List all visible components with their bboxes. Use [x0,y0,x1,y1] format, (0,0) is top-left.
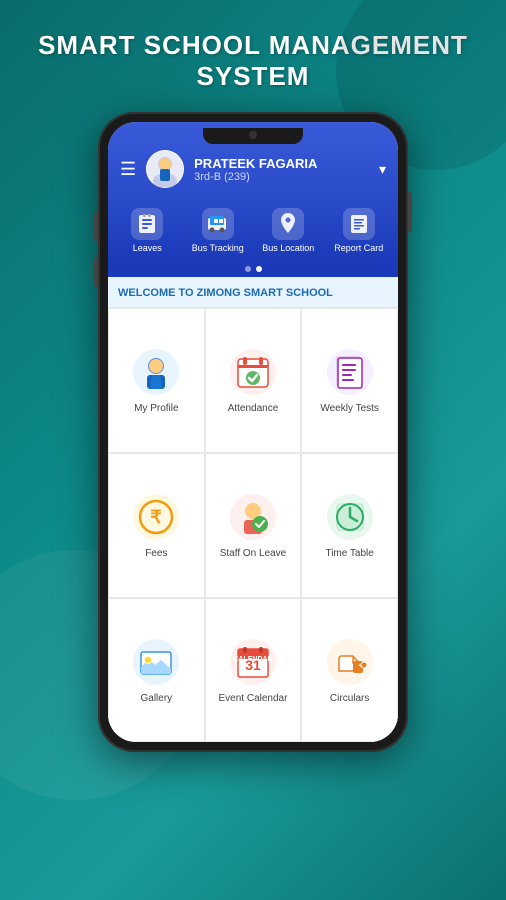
welcome-text: WELCOME TO ZIMONG SMART SCHOOL [118,287,333,299]
nav-bus-location[interactable]: Bus Location [258,208,318,253]
dot-1 [245,266,251,272]
nav-leaves[interactable]: Leaves [117,208,177,253]
user-info: PRATEEK FAGARIA 3rd-B (239) [194,156,369,183]
bus-location-icon [272,208,304,240]
phone-screen: ☰ PRATEEK FAGARIA 3rd-B (239) ▾ [108,122,398,742]
user-name: PRATEEK FAGARIA [194,156,369,171]
weekly-tests-icon [325,347,375,397]
menu-item-fees[interactable]: ₹ Fees [108,453,205,598]
my-profile-label: My Profile [134,403,178,414]
menu-item-weekly-tests[interactable]: Weekly Tests [301,308,398,453]
menu-item-my-profile[interactable]: My Profile [108,308,205,453]
report-card-label: Report Card [334,243,383,253]
carousel-dots [108,261,398,277]
menu-grid: My Profile Attendance Weekly Tests ₹ Fee… [108,308,398,742]
menu-item-circulars[interactable]: Circulars [301,598,398,743]
staff-on-leave-label: Staff On Leave [220,548,287,559]
bus-tracking-icon [202,208,234,240]
leaves-icon [131,208,163,240]
attendance-icon [228,347,278,397]
gallery-icon [131,637,181,687]
attendance-label: Attendance [228,403,279,414]
circulars-label: Circulars [330,693,369,704]
bus-location-label: Bus Location [262,243,314,253]
bus-tracking-label: Bus Tracking [192,243,244,253]
menu-item-staff-on-leave[interactable]: Staff On Leave [205,453,302,598]
event-calendar-label: Event Calendar [219,693,288,704]
time-table-label: Time Table [325,548,373,559]
menu-item-gallery[interactable]: Gallery [108,598,205,743]
menu-item-event-calendar[interactable]: CALENDAR 31 Event Calendar [205,598,302,743]
nav-report-card[interactable]: Report Card [329,208,389,253]
hamburger-button[interactable]: ☰ [120,159,136,180]
nav-bus-tracking[interactable]: Bus Tracking [188,208,248,253]
leaves-label: Leaves [133,243,162,253]
my-profile-icon [131,347,181,397]
weekly-tests-label: Weekly Tests [320,403,379,414]
menu-item-attendance[interactable]: Attendance [205,308,302,453]
gallery-label: Gallery [140,693,172,704]
dropdown-arrow-icon[interactable]: ▾ [379,161,386,178]
fees-label: Fees [145,548,167,559]
user-avatar [146,150,184,188]
event-calendar-icon: CALENDAR 31 [228,637,278,687]
svg-text:₹: ₹ [151,507,163,527]
circulars-icon [325,637,375,687]
fees-icon: ₹ [131,492,181,542]
report-card-icon [343,208,375,240]
menu-item-time-table[interactable]: Time Table [301,453,398,598]
nav-icons-row: Leaves Bus Tracking [108,200,398,261]
svg-text:31: 31 [245,657,261,673]
dot-2 [256,266,262,272]
welcome-banner: WELCOME TO ZIMONG SMART SCHOOL [108,277,398,308]
user-class: 3rd-B (239) [194,171,369,183]
time-table-icon [325,492,375,542]
phone-frame: ☰ PRATEEK FAGARIA 3rd-B (239) ▾ [98,112,408,752]
staff-on-leave-icon [228,492,278,542]
